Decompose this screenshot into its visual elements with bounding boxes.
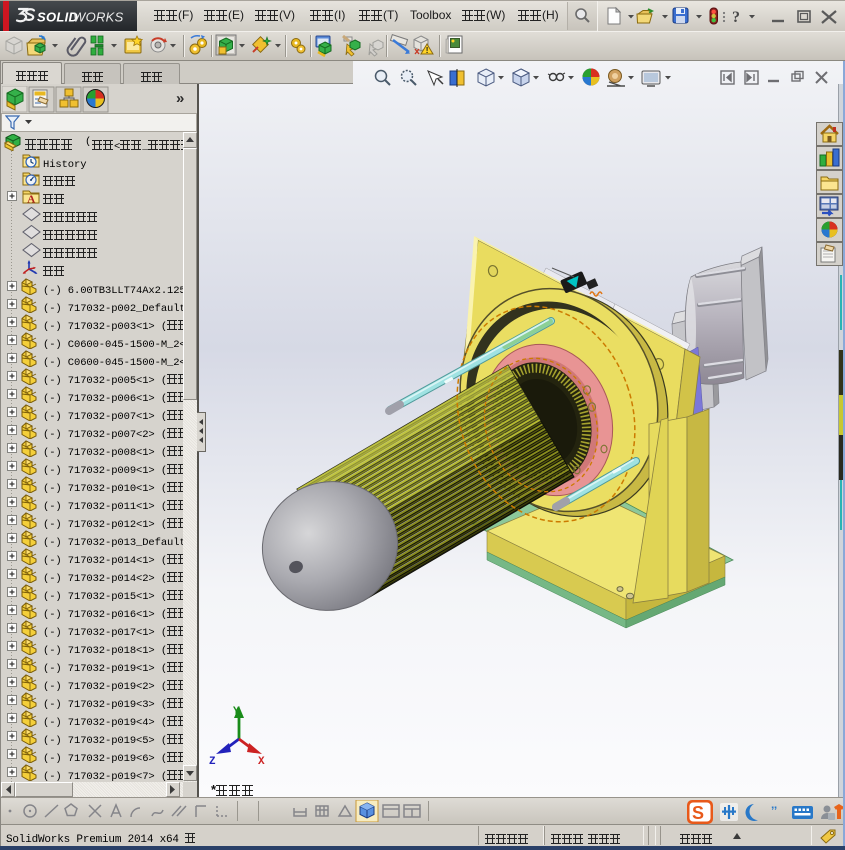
svg-text:A: A: [27, 194, 35, 206]
svg-text:Y: Y: [233, 706, 240, 718]
svg-text:X: X: [258, 756, 265, 768]
svg-text:!: !: [426, 46, 429, 55]
svg-text:?: ?: [732, 9, 740, 26]
svg-text:’’: ’’: [771, 804, 777, 818]
svg-text:WORKS: WORKS: [73, 10, 124, 25]
svg-text:S: S: [692, 803, 704, 823]
svg-text:Z: Z: [209, 756, 216, 768]
